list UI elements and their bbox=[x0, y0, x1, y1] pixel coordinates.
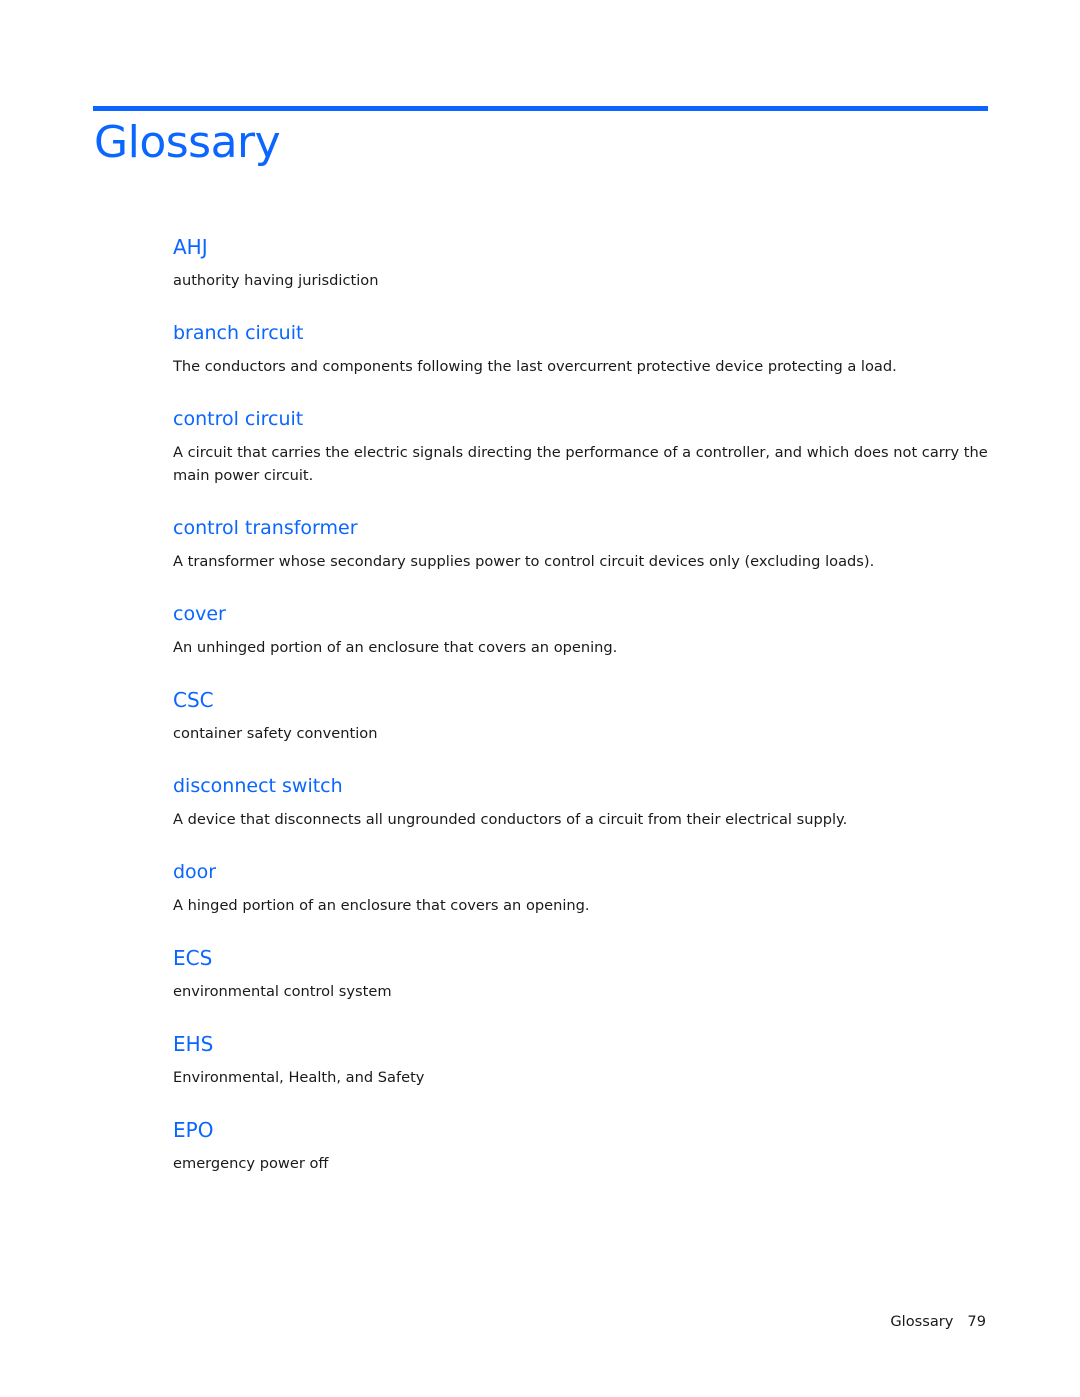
glossary-entry-ecs: ECS environmental control system bbox=[173, 945, 993, 1003]
glossary-entry-control-transformer: control transformer A transformer whose … bbox=[173, 515, 993, 573]
glossary-term: AHJ bbox=[173, 235, 208, 259]
glossary-entry-ahj: AHJ authority having jurisdiction bbox=[173, 234, 993, 292]
glossary-definition: A transformer whose secondary supplies p… bbox=[173, 553, 875, 570]
glossary-definition: A circuit that carries the electric sign… bbox=[173, 444, 988, 484]
glossary-term: door bbox=[173, 861, 217, 883]
page-title: Glossary bbox=[94, 117, 281, 168]
glossary-term: CSC bbox=[173, 688, 214, 712]
glossary-definition: environmental control system bbox=[173, 983, 392, 1000]
glossary-entry-csc: CSC container safety convention bbox=[173, 687, 993, 745]
glossary-term: control transformer bbox=[173, 517, 358, 539]
glossary-definition: emergency power off bbox=[173, 1155, 329, 1172]
page-number: 79 bbox=[967, 1313, 986, 1330]
glossary-list: AHJ authority having jurisdiction branch… bbox=[173, 234, 993, 1175]
glossary-definition: authority having jurisdiction bbox=[173, 272, 379, 289]
glossary-entry-branch-circuit: branch circuit The conductors and compon… bbox=[173, 320, 993, 378]
glossary-term: EPO bbox=[173, 1118, 214, 1142]
glossary-term: disconnect switch bbox=[173, 775, 343, 797]
glossary-term: control circuit bbox=[173, 408, 304, 430]
glossary-definition: container safety convention bbox=[173, 725, 378, 742]
glossary-definition: Environmental, Health, and Safety bbox=[173, 1069, 425, 1086]
glossary-term: ECS bbox=[173, 946, 213, 970]
glossary-term: EHS bbox=[173, 1032, 214, 1056]
glossary-entry-epo: EPO emergency power off bbox=[173, 1117, 993, 1175]
page-footer: Glossary 79 bbox=[890, 1312, 986, 1332]
glossary-term: cover bbox=[173, 603, 226, 625]
glossary-definition: An unhinged portion of an enclosure that… bbox=[173, 639, 618, 656]
glossary-entry-disconnect-switch: disconnect switch A device that disconne… bbox=[173, 773, 993, 831]
glossary-entry-cover: cover An unhinged portion of an enclosur… bbox=[173, 601, 993, 659]
glossary-entry-ehs: EHS Environmental, Health, and Safety bbox=[173, 1031, 993, 1089]
footer-section-title: Glossary bbox=[890, 1313, 954, 1330]
glossary-entry-door: door A hinged portion of an enclosure th… bbox=[173, 859, 993, 917]
glossary-definition: A hinged portion of an enclosure that co… bbox=[173, 897, 590, 914]
title-rule bbox=[93, 106, 988, 111]
glossary-definition: A device that disconnects all ungrounded… bbox=[173, 811, 848, 828]
glossary-entry-control-circuit: control circuit A circuit that carries t… bbox=[173, 406, 993, 487]
glossary-term: branch circuit bbox=[173, 322, 304, 344]
glossary-definition: The conductors and components following … bbox=[173, 358, 897, 375]
